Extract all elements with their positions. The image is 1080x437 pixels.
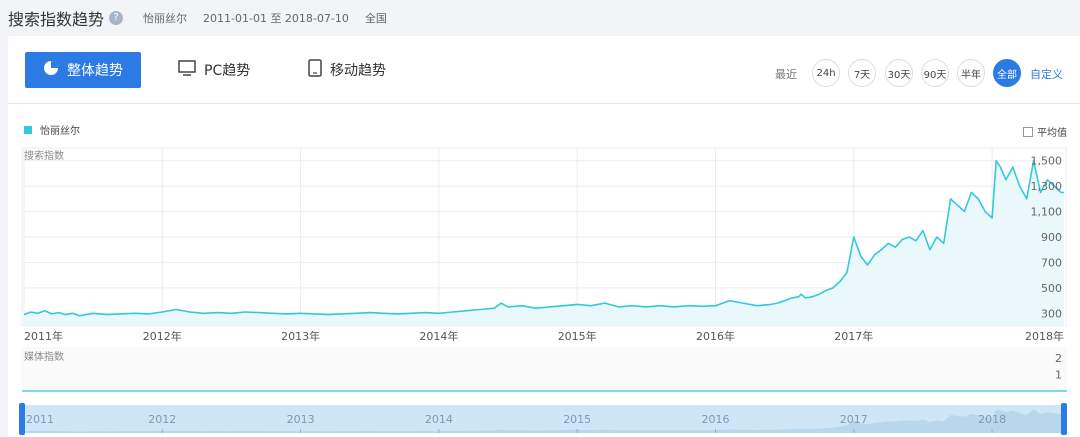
navigator-left-handle[interactable] [19, 403, 25, 435]
y-tick-label: 1,100 [1031, 206, 1063, 219]
navigator-tick-label: 2011 [26, 413, 54, 426]
media-y-axis-label: 媒体指数 [24, 350, 64, 363]
media-chart-bg [22, 347, 1067, 393]
media-y-tick-label: 1 [1055, 369, 1062, 382]
x-tick-label: 2016年 [696, 329, 735, 343]
y-tick-label: 500 [1041, 282, 1062, 295]
navigator-tick-label: 2017 [840, 413, 868, 426]
y-tick-label: 1,500 [1031, 155, 1063, 168]
navigator-tick-label: 2015 [563, 413, 591, 426]
x-tick-label: 2011年 [24, 329, 63, 343]
navigator-tick-label: 2013 [287, 413, 315, 426]
x-tick-label: 2014年 [419, 329, 458, 343]
y-tick-label: 300 [1041, 307, 1062, 320]
y-tick-label: 700 [1041, 256, 1062, 269]
x-tick-label: 2015年 [558, 329, 597, 343]
media-y-tick-label: 2 [1055, 352, 1062, 365]
chart-svg: 搜索指数 300 500 700 900 1,100 1,300 1,500 2011年 20… [19, 147, 1067, 435]
navigator-tick-label: 2014 [425, 413, 453, 426]
navigator-tick-label: 2012 [148, 413, 176, 426]
navigator-tick-label: 2018 [978, 413, 1006, 426]
y-axis-label: 搜索指数 [24, 149, 64, 162]
x-tick-label: 2018年 [1025, 329, 1064, 343]
y-tick-label: 900 [1041, 231, 1062, 244]
navigator-tick-label: 2016 [701, 413, 729, 426]
x-tick-label: 2017年 [834, 329, 873, 343]
x-tick-label: 2013年 [281, 329, 320, 343]
x-tick-label: 2012年 [143, 329, 182, 343]
navigator-right-handle[interactable] [1061, 403, 1067, 435]
y-tick-label: 1,300 [1031, 180, 1063, 193]
